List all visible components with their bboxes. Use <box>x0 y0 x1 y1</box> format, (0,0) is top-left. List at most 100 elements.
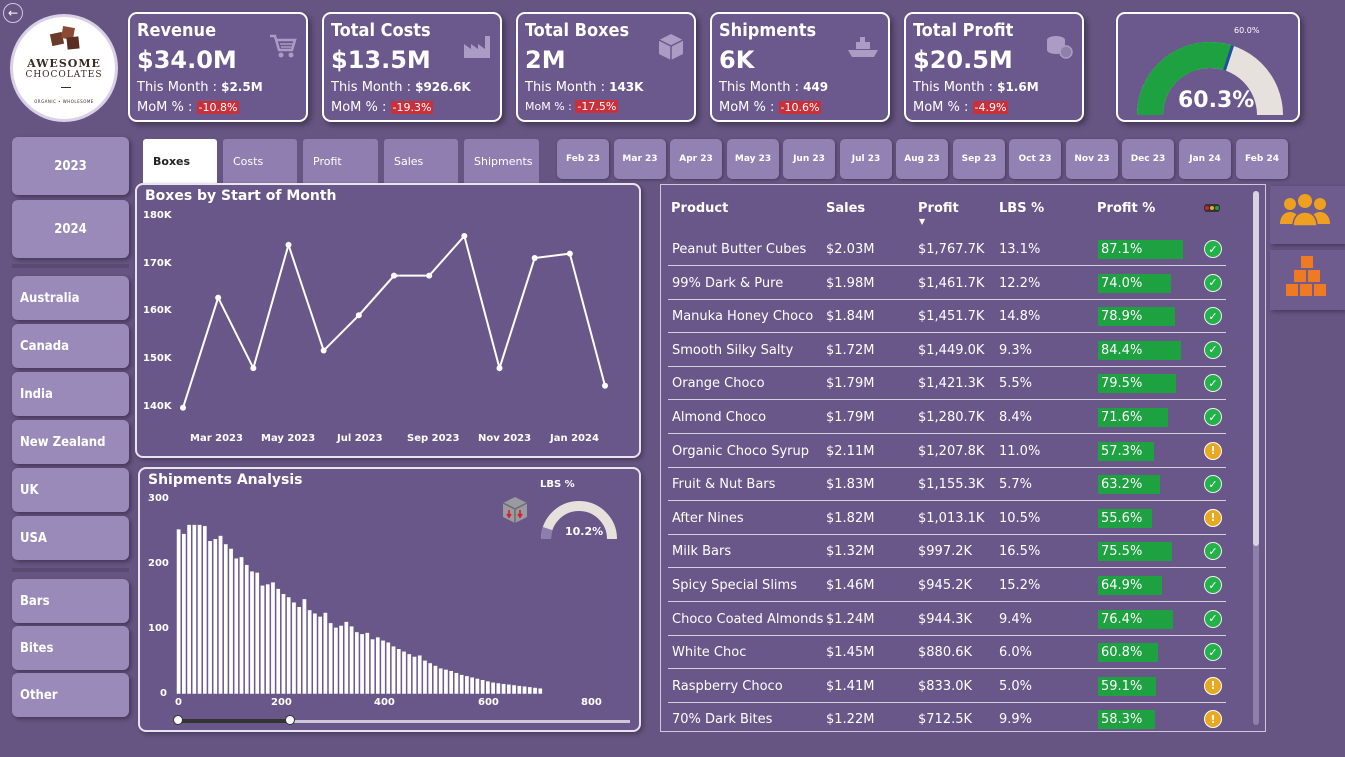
histogram-bar[interactable] <box>438 667 444 695</box>
histogram-bar[interactable] <box>506 684 512 695</box>
histogram-bar[interactable] <box>490 682 496 695</box>
column-header-product[interactable]: Product <box>671 201 728 216</box>
histogram-bar[interactable] <box>202 525 208 695</box>
histogram-bar[interactable] <box>495 682 501 695</box>
histogram-bar[interactable] <box>391 645 396 695</box>
histogram-bar[interactable] <box>181 533 187 695</box>
country-uk-button[interactable]: UK <box>12 468 129 512</box>
histogram-bar[interactable] <box>516 685 522 695</box>
histogram-bar[interactable] <box>448 670 454 695</box>
tab-costs[interactable]: Costs <box>223 139 297 183</box>
histogram-bar[interactable] <box>223 543 229 695</box>
histogram-bar[interactable] <box>354 631 360 695</box>
histogram-bar[interactable] <box>480 679 485 695</box>
histogram-bar[interactable] <box>485 680 491 695</box>
histogram-bar[interactable] <box>212 538 218 695</box>
histogram-bar[interactable] <box>527 686 533 695</box>
line-point[interactable] <box>496 365 503 372</box>
histogram-bar[interactable] <box>176 528 181 695</box>
histogram-bar[interactable] <box>244 564 250 695</box>
histogram-bar[interactable] <box>412 656 417 695</box>
histogram-bar[interactable] <box>511 684 517 695</box>
line-point[interactable] <box>566 250 573 257</box>
histogram-bar[interactable] <box>302 598 307 695</box>
histogram-bar[interactable] <box>296 606 302 695</box>
table-row[interactable]: 99% Dark & Pure $1.98M $1,461.7K 12.2% 74.0%… <box>668 267 1226 300</box>
category-bites-button[interactable]: Bites <box>12 626 129 670</box>
month-button[interactable]: Sep 23 <box>953 139 1005 179</box>
histogram-bar[interactable] <box>323 612 328 695</box>
table-row[interactable]: Manuka Honey Choco $1.84M $1,451.7K 14.8% 78… <box>668 300 1226 334</box>
line-point[interactable] <box>602 382 608 389</box>
table-row[interactable]: Raspberry Choco $1.41M $833.0K 5.0% 59.1%! <box>668 670 1226 703</box>
histogram-bar[interactable] <box>233 557 239 695</box>
line-point[interactable] <box>355 312 362 319</box>
tab-boxes[interactable]: Boxes <box>143 139 217 183</box>
year-2023-button[interactable]: 2023 <box>12 137 129 195</box>
histogram-bar[interactable] <box>396 648 402 695</box>
month-button[interactable]: Feb 23 <box>557 139 609 179</box>
histogram-bar[interactable] <box>475 678 480 695</box>
line-point[interactable] <box>391 272 397 279</box>
year-2024-button[interactable]: 2024 <box>12 200 129 258</box>
table-row[interactable]: Organic Choco Syrup $2.11M $1,207.8K 11.0% 5… <box>668 435 1226 468</box>
histogram-bar[interactable] <box>281 593 286 695</box>
histogram-bar[interactable] <box>270 581 276 695</box>
tab-sales[interactable]: Sales <box>384 139 458 183</box>
table-scrollbar-thumb[interactable] <box>1253 191 1259 546</box>
range-slider-handle-end[interactable] <box>285 715 295 725</box>
histogram-bar[interactable] <box>218 535 223 695</box>
country-india-button[interactable]: India <box>12 372 129 416</box>
histogram-bar[interactable] <box>427 662 433 695</box>
month-button[interactable]: Aug 23 <box>896 139 948 179</box>
histogram-bar[interactable] <box>417 654 423 695</box>
histogram-bar[interactable] <box>275 588 281 695</box>
table-row[interactable]: Almond Choco $1.79M $1,280.7K 8.4% 71.6% ✓ <box>668 401 1226 434</box>
nav-products-button[interactable] <box>1270 250 1345 310</box>
nav-customers-button[interactable] <box>1270 186 1345 244</box>
month-button[interactable]: May 23 <box>727 139 779 179</box>
histogram-bar[interactable] <box>260 585 265 695</box>
table-row[interactable]: Orange Choco $1.79M $1,421.3K 5.5% 79.5% ✓ <box>668 367 1226 401</box>
table-row[interactable]: 70% Dark Bites $1.22M $712.5K 9.9% 58.3%! <box>668 703 1226 731</box>
month-button[interactable]: Mar 23 <box>614 139 666 179</box>
column-header-profit[interactable]: Profit <box>918 201 959 216</box>
histogram-bar[interactable] <box>433 665 438 695</box>
histogram-bar[interactable] <box>522 685 527 695</box>
table-row[interactable]: Smooth Silky Salty $1.72M $1,449.0K 9.3% 84.… <box>668 334 1226 367</box>
category-bars-button[interactable]: Bars <box>12 579 129 623</box>
histogram-bar[interactable] <box>464 675 470 695</box>
histogram-bar[interactable] <box>385 642 391 695</box>
month-button[interactable]: Feb 24 <box>1236 139 1288 179</box>
line-point[interactable] <box>250 365 257 372</box>
table-row[interactable]: Peanut Butter Cubes $2.03M $1,767.7K 13.1% 8… <box>668 233 1226 266</box>
table-row[interactable]: Fruit & Nut Bars $1.83M $1,155.3K 5.7% 63.2%… <box>668 468 1226 502</box>
histogram-bar[interactable] <box>401 651 407 695</box>
line-point[interactable] <box>426 272 433 279</box>
histogram-bar[interactable] <box>501 683 506 695</box>
country-canada-button[interactable]: Canada <box>12 324 129 368</box>
histogram-bar[interactable] <box>338 625 344 695</box>
line-point[interactable] <box>285 241 292 248</box>
histogram-bar[interactable] <box>459 674 465 695</box>
histogram-bar[interactable] <box>307 609 313 695</box>
histogram-bar[interactable] <box>186 524 192 695</box>
table-row[interactable]: Spicy Special Slims $1.46M $945.2K 15.2% 64.… <box>668 569 1226 602</box>
line-point[interactable] <box>320 347 327 354</box>
back-arrow-icon[interactable]: ← <box>3 3 23 23</box>
month-button[interactable]: Apr 23 <box>670 139 722 179</box>
tab-profit[interactable]: Profit <box>303 139 378 183</box>
histogram-bar[interactable] <box>469 676 475 695</box>
histogram-bar[interactable] <box>291 601 297 695</box>
month-button[interactable]: Nov 23 <box>1066 139 1118 179</box>
histogram-bar[interactable] <box>328 622 333 695</box>
histogram-bar[interactable] <box>422 660 428 695</box>
histogram-bar[interactable] <box>375 636 381 695</box>
table-row[interactable]: Milk Bars $1.32M $997.2K 16.5% 75.5% ✓ <box>668 535 1226 569</box>
histogram-bar[interactable] <box>343 621 349 695</box>
histogram-bar[interactable] <box>249 570 255 695</box>
histogram-bar[interactable] <box>359 633 365 695</box>
histogram-bar[interactable] <box>207 540 213 695</box>
category-other-button[interactable]: Other <box>12 673 129 717</box>
country-australia-button[interactable]: Australia <box>12 276 129 320</box>
